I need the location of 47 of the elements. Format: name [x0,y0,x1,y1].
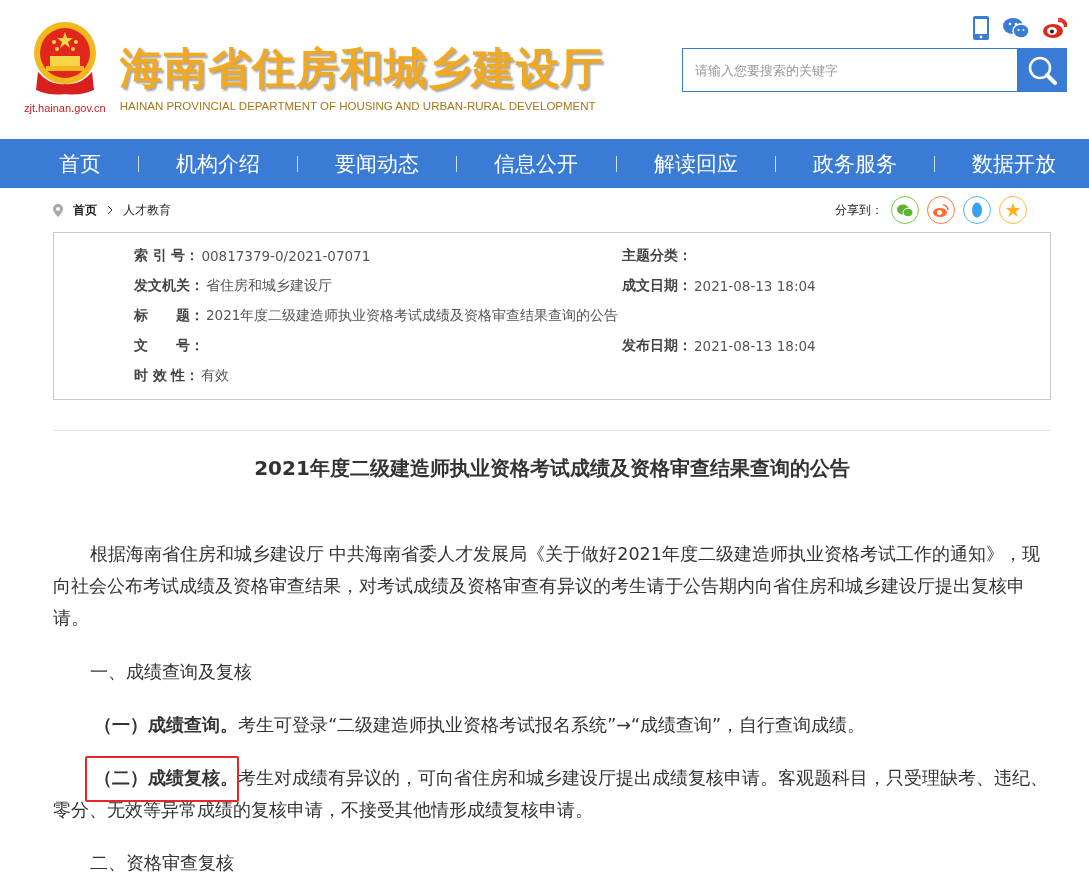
nav-item[interactable]: 解读回应 [640,149,751,178]
nav-item[interactable]: 信息公开 [481,149,592,178]
nav-item[interactable]: 机构介绍 [163,149,274,178]
nav-item[interactable]: 数据开放 [958,149,1069,178]
meta-value: 2021-08-13 18:04 [694,338,816,354]
search-button[interactable] [1017,48,1067,92]
search-field[interactable]: 请输入您要搜索的关键字 [682,48,1017,92]
nav-item[interactable]: 政务服务 [799,149,910,178]
article-title: 2021年度二级建造师执业资格考试成绩及资格审查结果查询的公告 [253,455,851,482]
meta-label: 发布日期： [622,337,692,355]
nav-item[interactable]: 首页 [46,149,114,178]
share-label: 分享到： [835,201,883,219]
meta-label: 标 题： [134,307,204,325]
meta-label: 成文日期： [622,277,692,295]
breadcrumb-link[interactable]: 首页 [73,201,97,219]
share-qq-button[interactable] [963,196,991,224]
meta-label: 索 引 号： [134,247,200,265]
article-paragraph: （二）成绩复核。考生对成绩有异议的，可向省住房和城乡建设厅提出成绩复核申请。客观题科目，只受理缺考、违纪、零分、无效等异常成绩的复核申请，不接受其他情形成绩复核申请。 [53,762,1051,826]
meta-label: 发文机关： [134,277,204,295]
meta-value: 00817379-0/2021-07071 [201,248,371,264]
site-title: 海南省住房和城乡建设厅 [119,47,604,90]
search-icon [1027,55,1057,85]
meta-label: 主题分类： [622,247,692,265]
share-wechat-button[interactable] [891,196,919,224]
meta-value: 2021-08-13 18:04 [694,278,816,294]
weibo-icon[interactable] [1043,18,1067,38]
star-icon [1005,202,1021,218]
weibo-icon [933,203,949,217]
nav-item[interactable]: 要闻动态 [322,149,433,178]
meta-value: 有效 [201,367,230,385]
section-heading: 二、资格审查复核 [88,852,235,875]
article-paragraph: 根据海南省住房和城乡建设厅 中共海南省委人才发展局《关于做好2021年度二级建造师执业资格考试工作的通知》，现向社会公布考试成绩及资格审查结果，对考试成绩及资格审查有异议的考生请于公告期内向省住房和城乡建设厅提出复核申请。 [53,543,1041,630]
wechat-icon[interactable] [1003,17,1029,39]
meta-value: 省住房和城乡建设厅 [206,277,332,295]
location-pin-icon [53,203,63,217]
breadcrumb-link[interactable]: 人才教育 [123,201,171,219]
section-heading: 一、成绩查询及复核 [88,661,253,684]
article-paragraph: （一）成绩查询。考生可登录“二级建造师执业资格考试报名系统”→“成绩查询”，自行查询成绩。 [93,714,867,737]
meta-value: 2021年度二级建造师执业资格考试成绩及资格审查结果查询的公告 [206,307,619,325]
wechat-icon [897,203,913,217]
site-subtitle: HAINAN PROVINCIAL DEPARTMENT OF HOUSING AND URBAN-RURAL DEVELOPMENT [119,100,597,112]
meta-label: 时 效 性： [134,367,200,385]
site-url: zjt.hainan.gov.cn [24,102,106,114]
share-weibo-button[interactable] [927,196,955,224]
meta-label: 文 号： [134,337,204,355]
chevron-right-icon [107,205,113,215]
phone-icon[interactable] [973,16,989,40]
